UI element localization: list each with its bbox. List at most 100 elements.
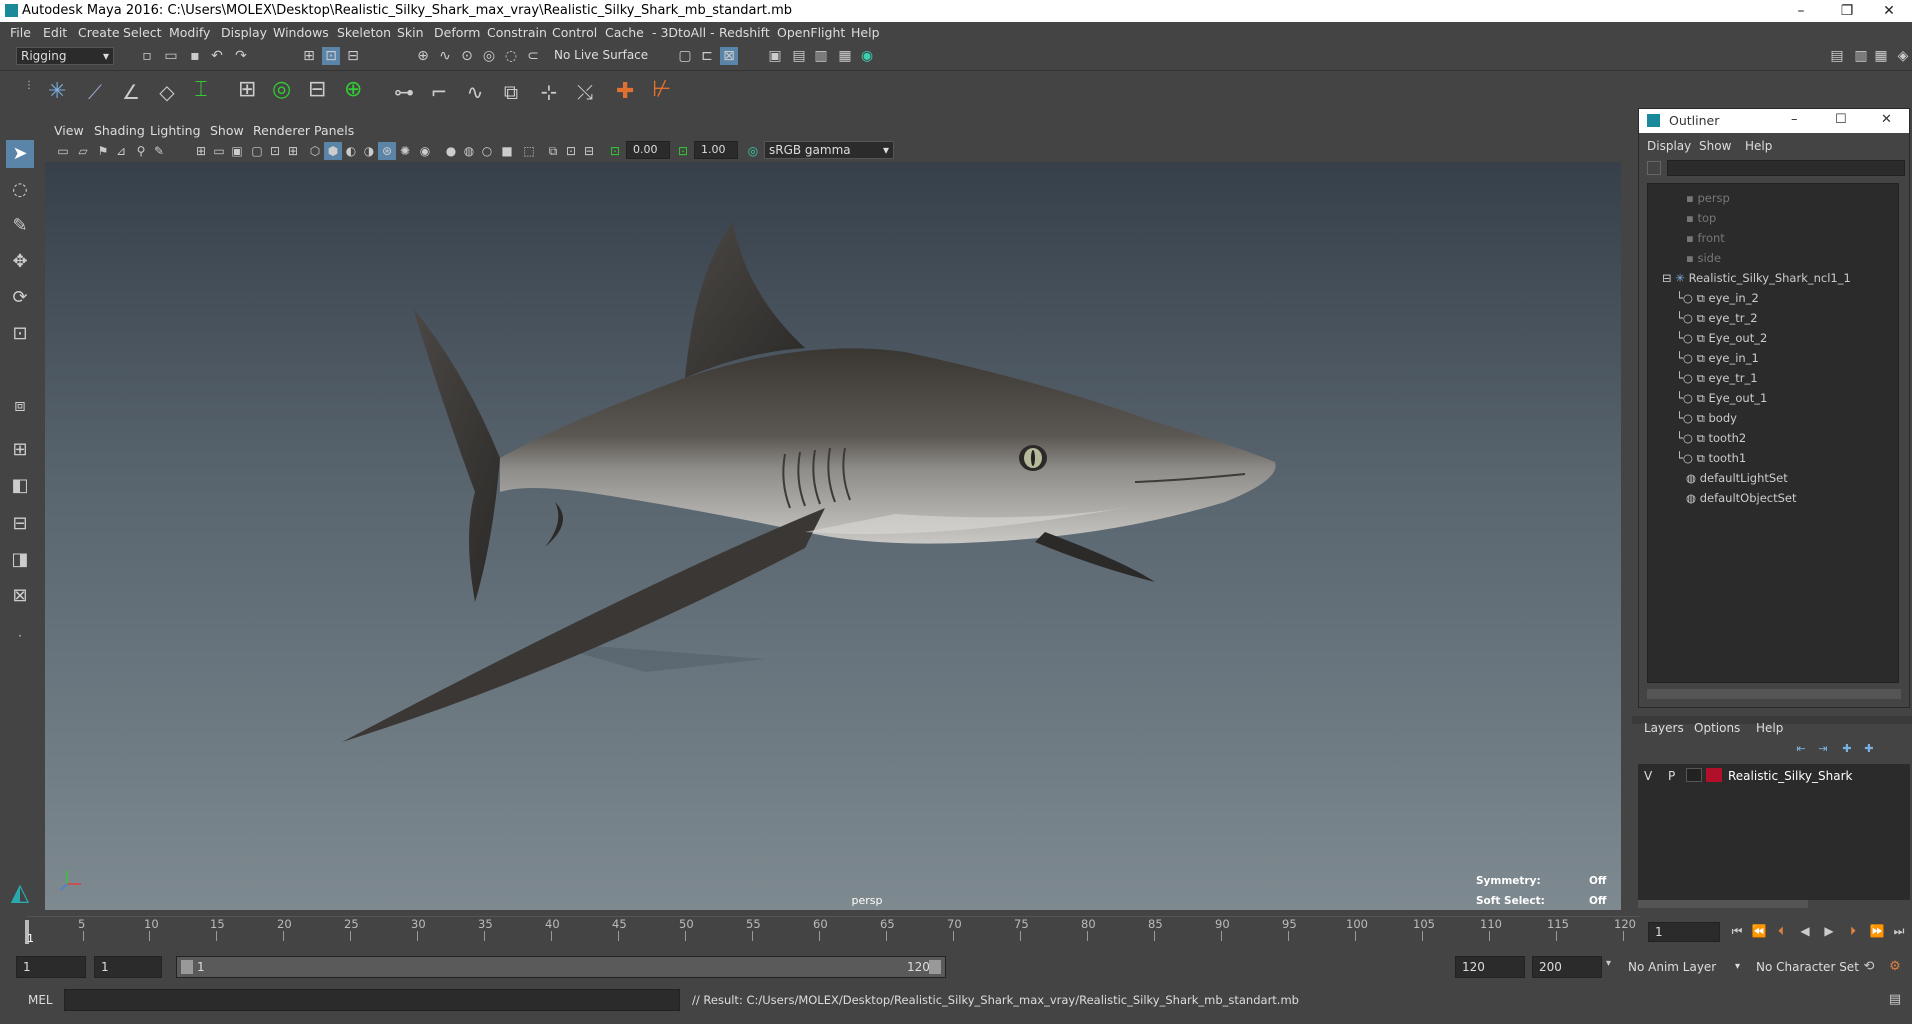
layer-reference-toggle[interactable] <box>1686 768 1702 782</box>
persp-outliner-layout-icon[interactable]: ⊟ <box>6 510 34 538</box>
menu-3dtoall[interactable]: - 3DtoAll - <box>652 25 715 40</box>
outliner-graph-layout-icon[interactable]: ◨ <box>6 546 34 574</box>
menu-windows[interactable]: Windows <box>273 25 329 40</box>
menu-deform[interactable]: Deform <box>434 25 480 40</box>
film-gate-icon[interactable]: ▭ <box>210 142 228 160</box>
character-set-dropdown[interactable]: No Character Set <box>1752 956 1870 978</box>
new-layer-icon[interactable]: ✚ <box>1838 740 1856 758</box>
menu-skin[interactable]: Skin <box>397 25 424 40</box>
xray-components-icon[interactable]: ⊡ <box>562 142 580 160</box>
lattice-icon[interactable]: ⊞ <box>238 79 256 101</box>
outliner-item[interactable]: └○ ⧉ eye_in_1 <box>1648 348 1898 368</box>
select-object-icon[interactable]: ⊡ <box>322 47 340 65</box>
undo-icon[interactable]: ↶ <box>208 47 226 65</box>
use-all-lights-icon[interactable]: ⊛ <box>378 142 396 160</box>
render-settings-icon[interactable]: ⊠ <box>720 47 738 65</box>
grid-icon[interactable]: ⊞ <box>192 142 210 160</box>
layer-playback-toggle[interactable]: P <box>1668 769 1675 783</box>
range-slider-start-handle[interactable] <box>181 960 193 974</box>
rotate-tool-icon[interactable]: ⟳ <box>6 284 34 312</box>
layer-scrollbar[interactable] <box>1638 900 1808 908</box>
blendshape-icon[interactable]: ⧉ <box>502 82 520 102</box>
locator-icon[interactable]: ◇ <box>158 82 176 102</box>
shadows-icon[interactable]: ✺ <box>396 142 414 160</box>
gamma-field[interactable]: 1.00 <box>694 141 738 159</box>
isolate-select-icon[interactable]: ■ <box>498 142 516 160</box>
time-slider[interactable]: 5 10 15 20 25 30 35 40 45 50 55 60 65 70… <box>0 914 1912 952</box>
command-language-label[interactable]: MEL <box>28 993 53 1007</box>
bookmark-icon[interactable]: ⚑ <box>94 142 112 160</box>
menu-cache[interactable]: Cache <box>605 25 644 40</box>
outliner-item[interactable]: ▪ persp <box>1648 188 1898 208</box>
render-current-icon[interactable]: ▤ <box>790 47 808 65</box>
play-backward-icon[interactable]: ◀ <box>1796 922 1814 940</box>
rigid-bind-icon[interactable]: ⌐ <box>430 82 448 102</box>
outliner-close-button[interactable]: ✕ <box>1881 112 1892 127</box>
camera-select-icon[interactable]: ▭ <box>54 142 72 160</box>
select-component-icon[interactable]: ⊟ <box>344 47 362 65</box>
menu-file[interactable]: File <box>10 25 31 40</box>
maximize-button[interactable]: ❐ <box>1824 0 1870 22</box>
menu-edit[interactable]: Edit <box>43 25 67 40</box>
menu-create[interactable]: Create <box>78 25 120 40</box>
safe-action-icon[interactable]: ⊞ <box>284 142 302 160</box>
depth-of-field-icon[interactable]: ○ <box>478 142 496 160</box>
outliner-menu-help[interactable]: Help <box>1745 139 1772 153</box>
exposure-icon[interactable]: ⊡ <box>606 142 624 160</box>
cluster-icon[interactable]: ⌶ <box>192 79 210 101</box>
range-slider-end-handle[interactable] <box>929 960 941 974</box>
layer-name[interactable]: Realistic_Silky_Shark <box>1728 769 1852 783</box>
playback-start-field[interactable]: 1 <box>94 956 162 978</box>
paint-weights-icon[interactable]: ∿ <box>466 82 484 102</box>
persp-graph-layout-icon[interactable]: ◧ <box>6 472 34 500</box>
layer-visibility-toggle[interactable]: V <box>1644 769 1652 783</box>
snap-surface-icon[interactable]: ◌ <box>502 47 520 65</box>
ipr-render-icon[interactable]: ▥ <box>812 47 830 65</box>
wrap-deformer-icon[interactable]: ◎ <box>272 79 291 101</box>
time-slider-track[interactable]: 5 10 15 20 25 30 35 40 45 50 55 60 65 70… <box>27 916 1640 946</box>
layers-menu-options[interactable]: Options <box>1694 721 1740 735</box>
orient-constraint-icon[interactable]: ⊬ <box>652 79 671 101</box>
playback-end-field[interactable]: 120 <box>1455 956 1525 978</box>
animation-preferences-icon[interactable]: ⚙ <box>1886 958 1904 976</box>
step-back-frame-icon[interactable]: ⏴ <box>1772 922 1790 940</box>
parent-constraint-icon[interactable]: ✚ <box>616 81 634 103</box>
modeling-toolkit-icon[interactable]: ▤ <box>1828 47 1846 65</box>
outliner-filter-icon[interactable] <box>1647 161 1661 175</box>
ambient-occlusion-icon[interactable]: ◉ <box>416 142 434 160</box>
outliner-item[interactable]: └○ ⧉ Eye_out_1 <box>1648 388 1898 408</box>
save-scene-icon[interactable]: ▪ <box>186 47 204 65</box>
outliner-item[interactable]: ◍ defaultLightSet <box>1648 468 1898 488</box>
construction-history-icon[interactable]: ⊏ <box>698 47 716 65</box>
minimize-button[interactable]: – <box>1778 0 1824 22</box>
redo-icon[interactable]: ↷ <box>232 47 250 65</box>
animation-start-field[interactable]: 1 <box>16 956 86 978</box>
two-d-pan-icon[interactable]: ⚲ <box>132 142 150 160</box>
chevron-down-icon[interactable]: ▾ <box>1606 958 1611 969</box>
view-transform-dropdown[interactable]: sRGB gamma ▾ <box>764 141 894 159</box>
panel-menu-renderer[interactable]: Renderer <box>253 123 310 138</box>
resolution-gate-icon[interactable]: ▣ <box>228 142 246 160</box>
hypershade-icon[interactable]: ◉ <box>858 47 876 65</box>
gamma-icon[interactable]: ⊡ <box>674 142 692 160</box>
menu-openflight[interactable]: OpenFlight <box>777 25 845 40</box>
wire-deformer-icon[interactable]: ⊟ <box>308 79 326 101</box>
anim-layer-dropdown[interactable]: No Anim Layer ▾ <box>1624 956 1744 978</box>
move-layer-down-icon[interactable]: ⇥ <box>1814 740 1832 758</box>
paint-select-tool-icon[interactable]: ✎ <box>6 212 34 240</box>
outliner-minimize-button[interactable]: – <box>1791 112 1798 127</box>
collapse-icon[interactable]: ⊟ <box>1662 271 1675 285</box>
snap-point-icon[interactable]: ⊙ <box>458 47 476 65</box>
outliner-menu-display[interactable]: Display <box>1647 139 1691 153</box>
new-layer-selected-icon[interactable]: ✚ <box>1860 740 1878 758</box>
outliner-search-input[interactable] <box>1667 160 1905 176</box>
scale-tool-icon[interactable]: ⊡ <box>6 320 34 348</box>
menu-constrain[interactable]: Constrain <box>487 25 547 40</box>
aim-constraint-icon[interactable]: ⤯ <box>576 82 594 102</box>
field-chart-icon[interactable]: ⊡ <box>266 142 284 160</box>
go-to-start-icon[interactable]: ⏮ <box>1728 922 1746 940</box>
command-input[interactable] <box>64 989 680 1011</box>
grease-pencil-icon[interactable]: ✎ <box>150 142 168 160</box>
step-forward-frame-icon[interactable]: ⏵ <box>1844 922 1862 940</box>
sculpt-deformer-icon[interactable]: ⊕ <box>344 79 362 101</box>
